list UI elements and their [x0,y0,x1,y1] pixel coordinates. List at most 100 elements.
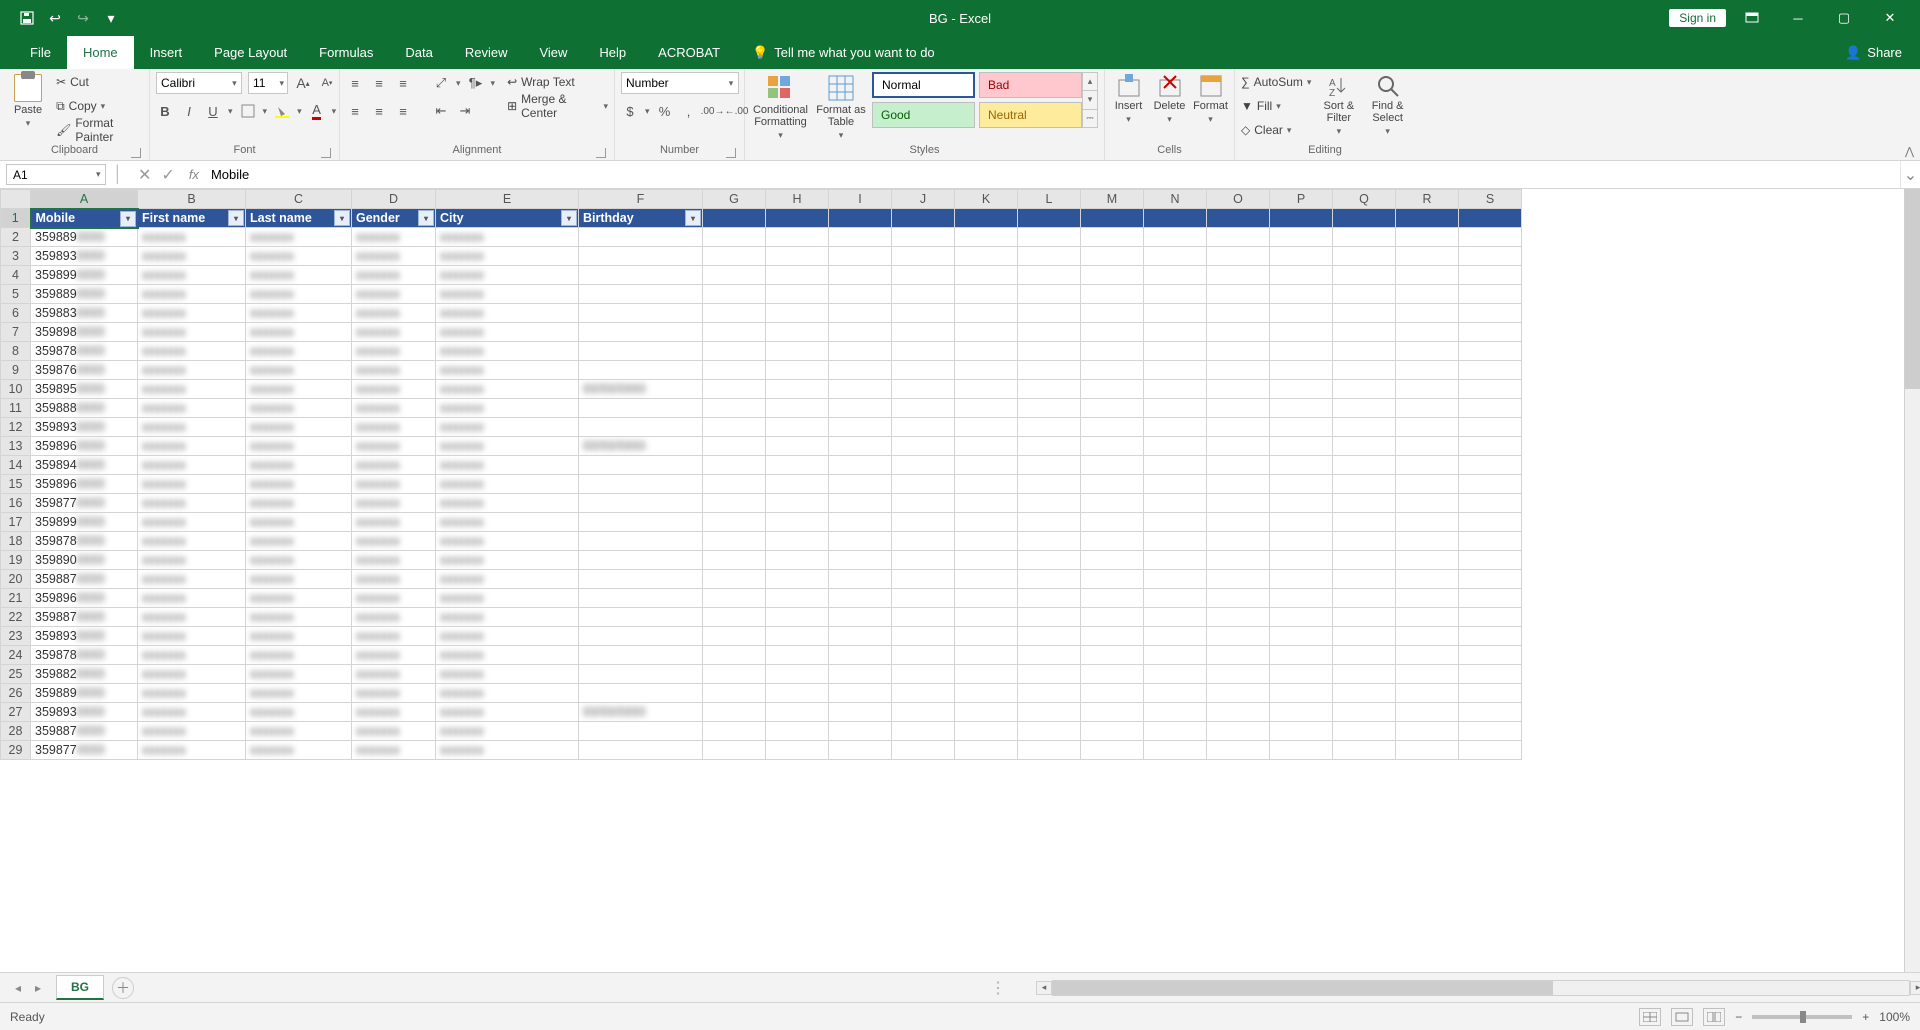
cell-A5[interactable]: 3598890000 [31,285,138,304]
cell-H3[interactable] [766,247,829,266]
cell-J12[interactable] [892,418,955,437]
cell-J17[interactable] [892,513,955,532]
underline-button[interactable]: U [204,102,222,120]
cell-G20[interactable] [703,570,766,589]
cell-E12[interactable]: xxxxxxx [436,418,579,437]
row-header-19[interactable]: 19 [1,551,31,570]
cell-N7[interactable] [1144,323,1207,342]
cell-C5[interactable]: xxxxxxx [246,285,352,304]
cell-P24[interactable] [1270,646,1333,665]
cell-J26[interactable] [892,684,955,703]
cell-E4[interactable]: xxxxxxx [436,266,579,285]
cell-D22[interactable]: xxxxxxx [352,608,436,627]
cell-A6[interactable]: 3598830000 [31,304,138,323]
autosum-button[interactable]: ∑AutoSum▾ [1241,72,1311,92]
cell-M28[interactable] [1081,722,1144,741]
cell-F17[interactable] [579,513,703,532]
cell-G17[interactable] [703,513,766,532]
cell-N15[interactable] [1144,475,1207,494]
spreadsheet-grid[interactable]: ABCDEFGHIJKLMNOPQRS1Mobile▾First name▾La… [0,189,1920,972]
cell-R26[interactable] [1396,684,1459,703]
cell-M11[interactable] [1081,399,1144,418]
cell-E21[interactable]: xxxxxxx [436,589,579,608]
cell-Q13[interactable] [1333,437,1396,456]
cell-R1[interactable] [1396,209,1459,228]
cell-F16[interactable] [579,494,703,513]
cell-N16[interactable] [1144,494,1207,513]
cell-M13[interactable] [1081,437,1144,456]
filter-dropdown-icon[interactable]: ▾ [228,210,244,226]
cell-F10[interactable]: 00/00/0000 [579,380,703,399]
cell-E7[interactable]: xxxxxxx [436,323,579,342]
cell-N28[interactable] [1144,722,1207,741]
cell-N25[interactable] [1144,665,1207,684]
cell-B27[interactable]: xxxxxxx [138,703,246,722]
table-header-E[interactable]: City▾ [436,209,579,228]
cell-G23[interactable] [703,627,766,646]
cell-O12[interactable] [1207,418,1270,437]
cell-L20[interactable] [1018,570,1081,589]
cell-E22[interactable]: xxxxxxx [436,608,579,627]
cell-S17[interactable] [1459,513,1522,532]
cell-C8[interactable]: xxxxxxx [246,342,352,361]
cell-B9[interactable]: xxxxxxx [138,361,246,380]
cell-C4[interactable]: xxxxxxx [246,266,352,285]
cell-H11[interactable] [766,399,829,418]
cell-S11[interactable] [1459,399,1522,418]
row-header-25[interactable]: 25 [1,665,31,684]
close-button[interactable]: ✕ [1870,4,1910,32]
minimize-button[interactable]: ─ [1778,4,1818,32]
cell-Q3[interactable] [1333,247,1396,266]
cell-K3[interactable] [955,247,1018,266]
cell-S21[interactable] [1459,589,1522,608]
cell-N13[interactable] [1144,437,1207,456]
row-header-5[interactable]: 5 [1,285,31,304]
cell-N8[interactable] [1144,342,1207,361]
cell-D9[interactable]: xxxxxxx [352,361,436,380]
cell-I29[interactable] [829,741,892,760]
cut-button[interactable]: ✂Cut [56,72,143,92]
cell-K4[interactable] [955,266,1018,285]
zoom-out-button[interactable]: − [1735,1010,1742,1024]
cell-Q9[interactable] [1333,361,1396,380]
cell-H23[interactable] [766,627,829,646]
cell-Q15[interactable] [1333,475,1396,494]
cell-F29[interactable] [579,741,703,760]
align-center-icon[interactable]: ≡ [370,102,388,120]
conditional-formatting-button[interactable]: Conditional Formatting▾ [751,72,810,141]
cell-N1[interactable] [1144,209,1207,228]
collapse-ribbon-icon[interactable]: ⋀ [1905,145,1914,158]
cell-B13[interactable]: xxxxxxx [138,437,246,456]
table-header-B[interactable]: First name▾ [138,209,246,228]
increase-decimal-icon[interactable]: .00→ [704,102,722,120]
cell-O9[interactable] [1207,361,1270,380]
cell-P4[interactable] [1270,266,1333,285]
table-header-F[interactable]: Birthday▾ [579,209,703,228]
row-header-27[interactable]: 27 [1,703,31,722]
cell-L29[interactable] [1018,741,1081,760]
cell-O29[interactable] [1207,741,1270,760]
cell-K5[interactable] [955,285,1018,304]
cell-M4[interactable] [1081,266,1144,285]
cell-R7[interactable] [1396,323,1459,342]
cell-H29[interactable] [766,741,829,760]
cell-C24[interactable]: xxxxxxx [246,646,352,665]
cell-O8[interactable] [1207,342,1270,361]
cell-I6[interactable] [829,304,892,323]
cell-I5[interactable] [829,285,892,304]
cell-I18[interactable] [829,532,892,551]
cell-I17[interactable] [829,513,892,532]
cell-N23[interactable] [1144,627,1207,646]
decrease-indent-icon[interactable]: ⇤ [432,102,450,120]
cell-O10[interactable] [1207,380,1270,399]
filter-dropdown-icon[interactable]: ▾ [418,210,434,226]
cell-M10[interactable] [1081,380,1144,399]
filter-dropdown-icon[interactable]: ▾ [334,210,350,226]
col-header-E[interactable]: E [436,190,579,209]
cell-I21[interactable] [829,589,892,608]
cell-L11[interactable] [1018,399,1081,418]
cell-Q7[interactable] [1333,323,1396,342]
cell-N11[interactable] [1144,399,1207,418]
align-top-icon[interactable]: ≡ [346,74,364,92]
cell-L14[interactable] [1018,456,1081,475]
